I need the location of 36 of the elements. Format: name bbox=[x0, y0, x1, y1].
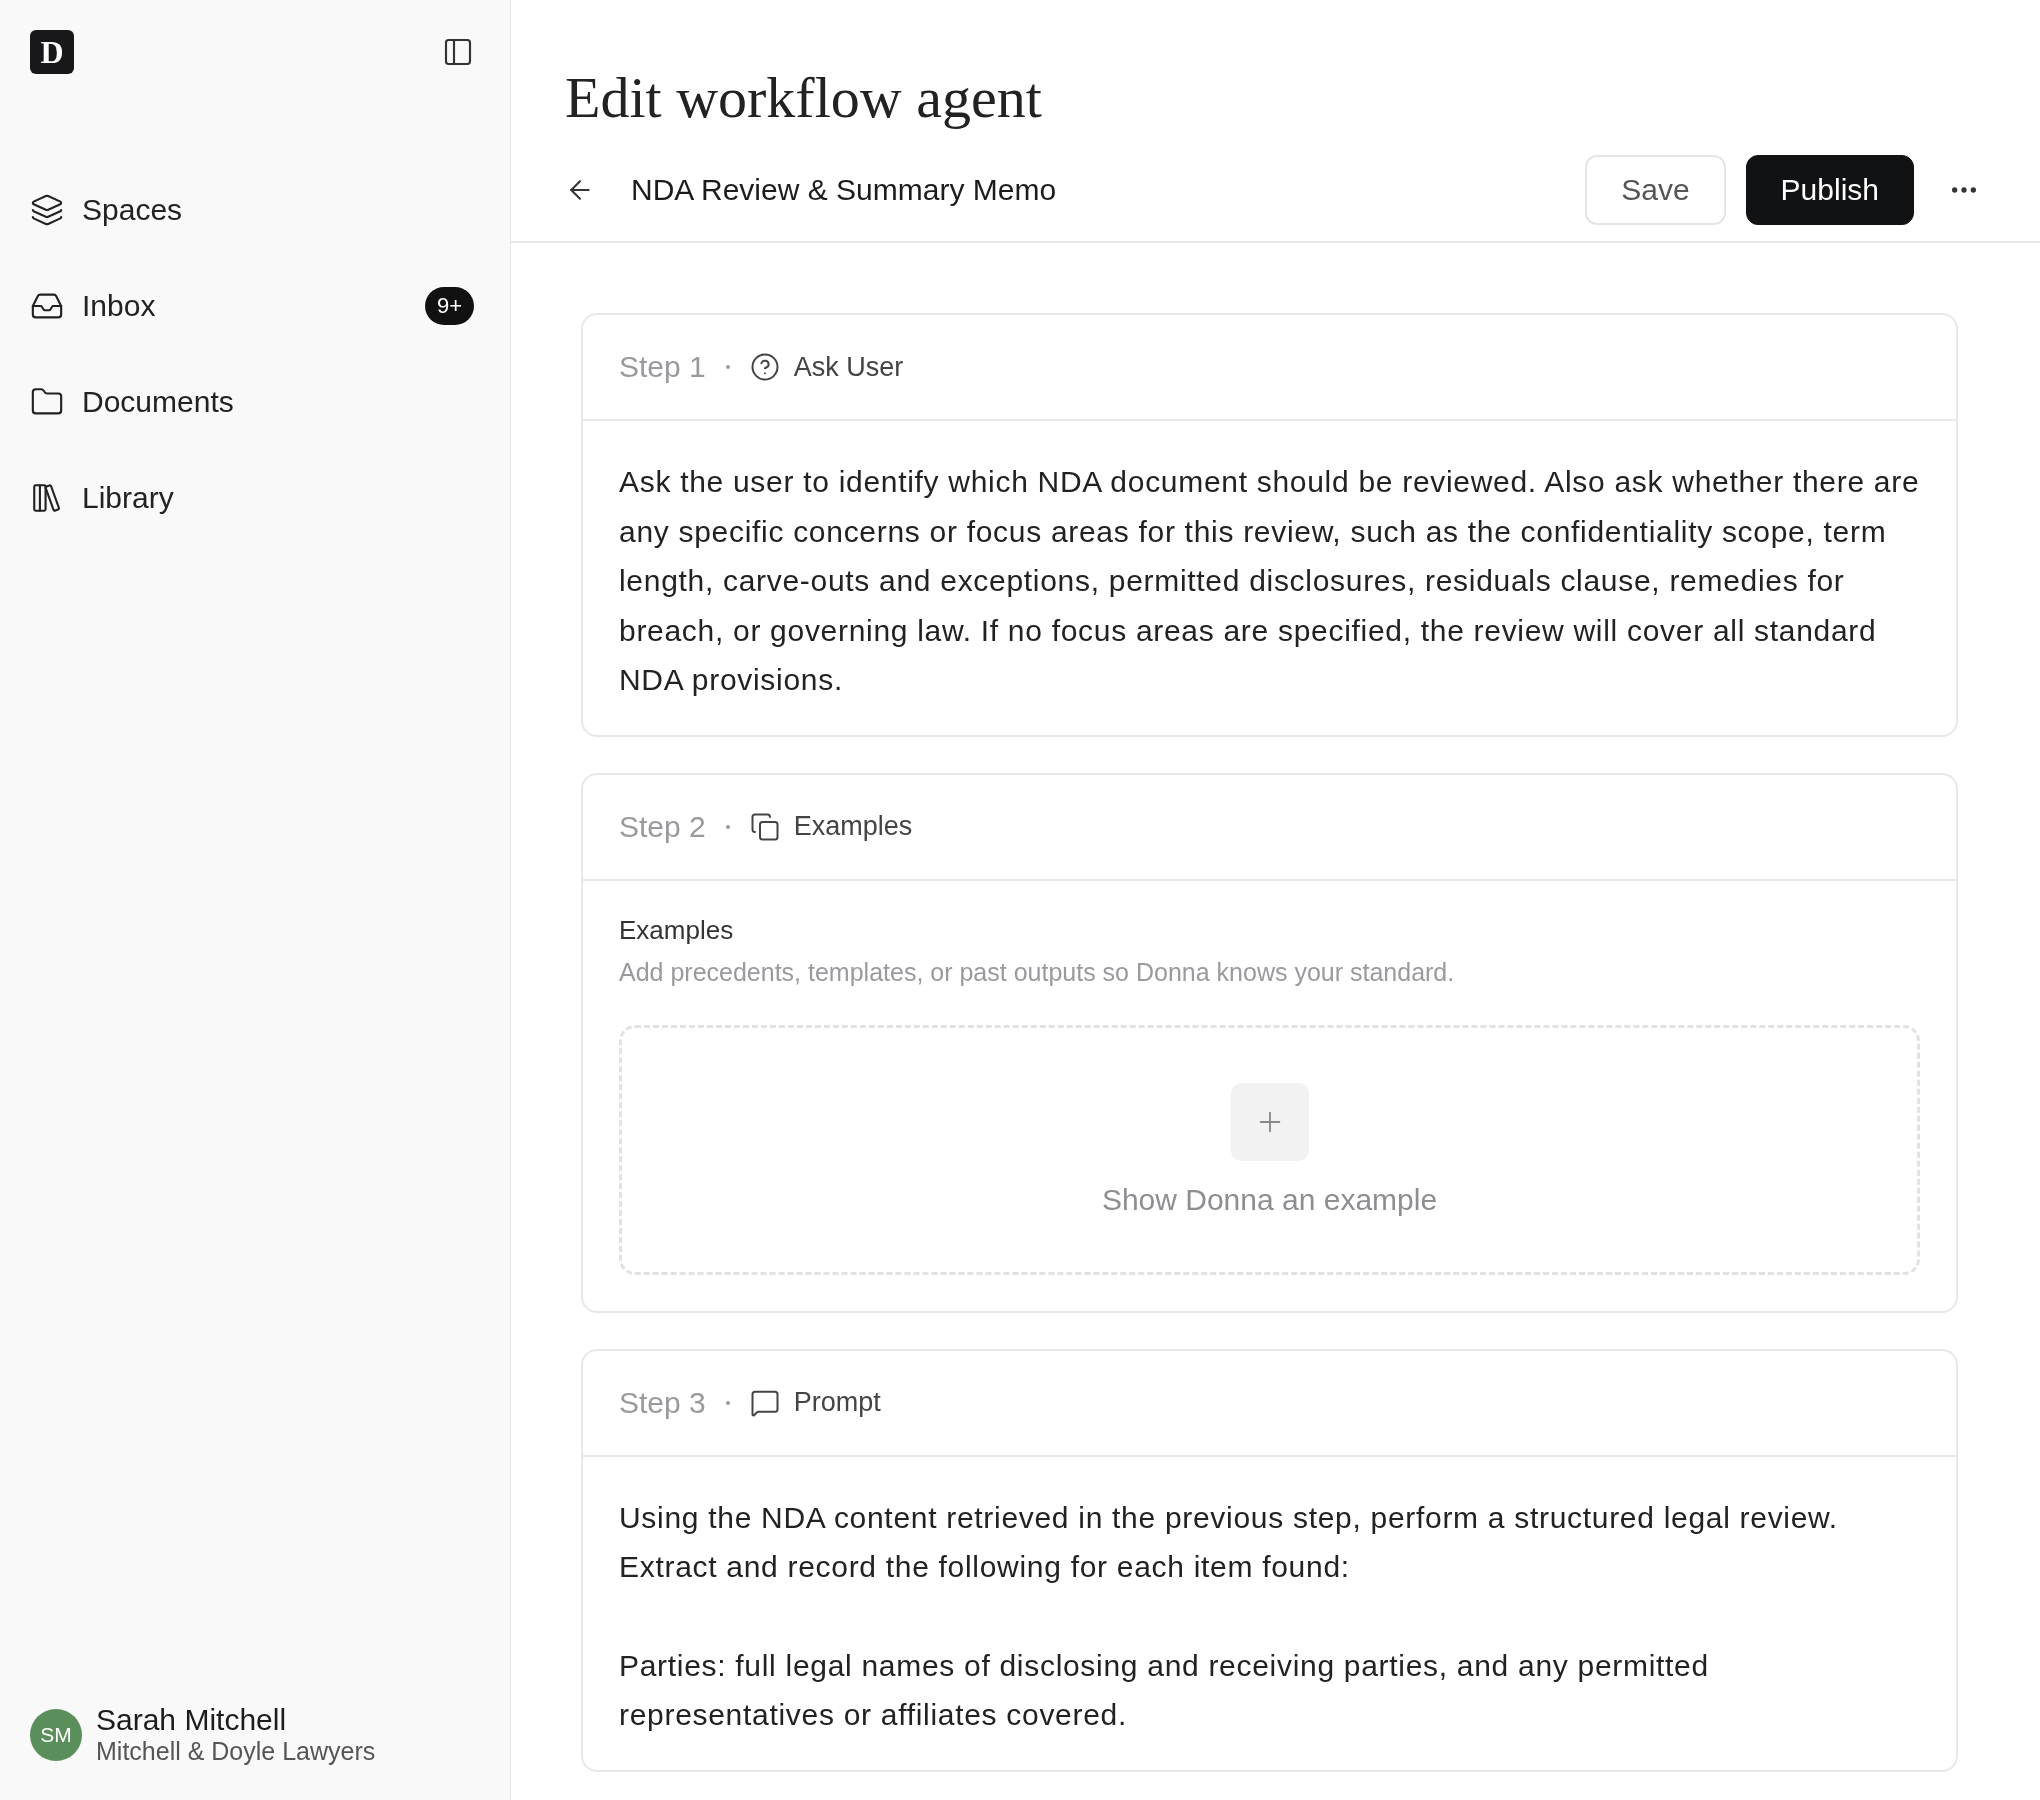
step-type: Examples bbox=[793, 811, 913, 842]
plus-icon bbox=[1230, 1082, 1309, 1161]
nav-label: Inbox bbox=[82, 289, 157, 323]
separator-dot bbox=[725, 1400, 730, 1405]
user-name: Sarah Mitchell bbox=[96, 1703, 288, 1737]
section-title: Examples bbox=[619, 914, 735, 946]
count-badge: 9+ bbox=[424, 287, 474, 325]
user-organization: Mitchell & Doyle Lawyers bbox=[96, 1737, 376, 1766]
nav-item[interactable]: Inbox 9+ bbox=[30, 278, 474, 334]
page-title: Edit workflow agent bbox=[565, 64, 1043, 131]
section-hint: Add precedents, templates, or past outputs so Donna knows your standard. bbox=[619, 957, 1456, 987]
nav-item[interactable]: Spaces bbox=[30, 182, 474, 238]
step-type: Prompt bbox=[793, 1387, 881, 1418]
publish-button[interactable]: Publish bbox=[1745, 155, 1914, 225]
nav-item[interactable]: Documents bbox=[30, 374, 474, 430]
nav-label: Spaces bbox=[82, 193, 184, 227]
nav-label: Library bbox=[82, 481, 175, 515]
dropzone-label: Show Donna an example bbox=[1101, 1182, 1438, 1217]
separator-dot bbox=[725, 365, 730, 369]
step-type: Ask User bbox=[793, 351, 904, 383]
nav-label: Documents bbox=[82, 385, 235, 419]
step-instructions: Using the NDA content retrieved in the previous step, perform a structured legal review. Extract and record the following for each item found: bbox=[619, 1499, 1839, 1585]
step-number: Step 2 bbox=[619, 809, 706, 844]
workflow-name: NDA Review & Summary Memo bbox=[631, 173, 1058, 207]
save-button[interactable]: Save bbox=[1585, 155, 1726, 225]
copy-icon bbox=[749, 811, 780, 842]
step-instructions: Parties: full legal names of disclosing and receiving parties, and any permitted representatives or affiliates covered. bbox=[619, 1647, 1710, 1733]
avatar: SM bbox=[30, 1708, 82, 1761]
question-circle-icon bbox=[749, 352, 780, 382]
nav-item[interactable]: Library bbox=[30, 470, 474, 526]
sidebar-toggle-icon[interactable] bbox=[442, 36, 474, 68]
separator-dot bbox=[725, 824, 730, 829]
logo: D bbox=[30, 30, 74, 74]
step-number: Step 3 bbox=[619, 1385, 706, 1420]
step-instructions: Ask the user to identify which NDA document should be reviewed. Also ask whether there are any specific concerns or focus areas for this review, such as the confidentiality scope, term length, carve-outs and exceptions, permitted disclosures, residuals clause, remedies for breach, or governing law. If no focus areas are specified, the review will cover all standard NDA provisions. bbox=[619, 464, 1920, 698]
step-number: Step 1 bbox=[619, 350, 706, 384]
